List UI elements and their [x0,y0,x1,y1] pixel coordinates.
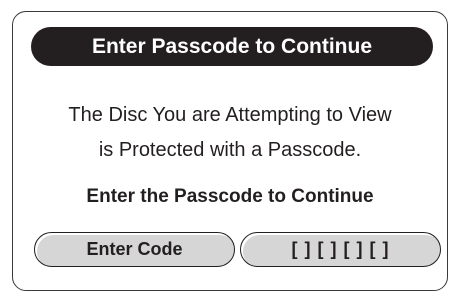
enter-code-button[interactable]: Enter Code [34,232,235,267]
dialog-title: Enter Passcode to Continue [31,27,433,66]
instruction-text: Enter the Passcode to Continue [86,186,374,207]
message-line-2: is Protected with a Passcode. [98,139,362,161]
message-line-1: The Disc You are Attempting to View [68,104,392,126]
passcode-input[interactable]: [ ] [ ] [ ] [ ] [240,232,441,267]
passcode-dialog: Enter Passcode to Continue The Disc You … [12,11,448,291]
dialog-message: The Disc You are Attempting to View is P… [13,98,447,168]
